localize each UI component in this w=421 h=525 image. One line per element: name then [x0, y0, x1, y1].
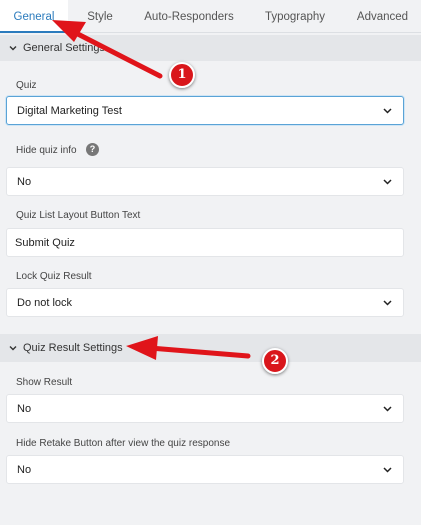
- chevron-down-icon: [9, 346, 17, 351]
- quiz-select-value: Digital Marketing Test: [17, 104, 122, 117]
- lock-quiz-result-value: Do not lock: [17, 296, 73, 309]
- question-circle-icon[interactable]: ?: [86, 143, 99, 156]
- tab-style[interactable]: Style: [68, 0, 132, 33]
- tab-auto-responders[interactable]: Auto-Responders: [132, 0, 246, 33]
- quiz-result-settings-header[interactable]: Quiz Result Settings: [0, 334, 421, 362]
- quiz-result-settings-title: Quiz Result Settings: [23, 342, 123, 354]
- button-text-label: Quiz List Layout Button Text: [16, 210, 141, 221]
- annotation-badge-2: 2: [262, 348, 288, 374]
- button-text-input[interactable]: [6, 228, 404, 257]
- lock-quiz-result-label: Lock Quiz Result: [16, 271, 92, 282]
- chevron-down-icon: [383, 179, 392, 185]
- show-result-select[interactable]: No: [6, 394, 404, 423]
- annotation-badge-1: 1: [169, 62, 195, 88]
- quiz-label: Quiz: [16, 80, 37, 91]
- hide-quiz-info-label: Hide quiz info: [16, 145, 77, 156]
- hide-retake-label: Hide Retake Button after view the quiz r…: [16, 438, 231, 449]
- chevron-down-icon: [383, 300, 392, 306]
- hide-quiz-info-value: No: [17, 175, 32, 188]
- hide-retake-select[interactable]: No: [6, 455, 404, 484]
- chevron-down-icon: [383, 467, 392, 473]
- quiz-select[interactable]: Digital Marketing Test: [6, 96, 404, 125]
- show-result-value: No: [17, 402, 32, 415]
- hide-quiz-info-select[interactable]: No: [6, 167, 404, 196]
- general-settings-title: General Settings: [23, 42, 105, 54]
- chevron-down-icon: [9, 46, 17, 51]
- tab-advanced[interactable]: Advanced: [344, 0, 421, 33]
- show-result-label: Show Result: [16, 377, 73, 388]
- lock-quiz-result-select[interactable]: Do not lock: [6, 288, 404, 317]
- tab-typography[interactable]: Typography: [246, 0, 344, 33]
- general-settings-header[interactable]: General Settings: [0, 35, 421, 61]
- tab-general[interactable]: General: [0, 0, 68, 33]
- chevron-down-icon: [383, 406, 392, 412]
- tab-bar: General Style Auto-Responders Typography…: [0, 0, 421, 33]
- hide-retake-value: No: [17, 463, 32, 476]
- chevron-down-icon: [383, 108, 392, 114]
